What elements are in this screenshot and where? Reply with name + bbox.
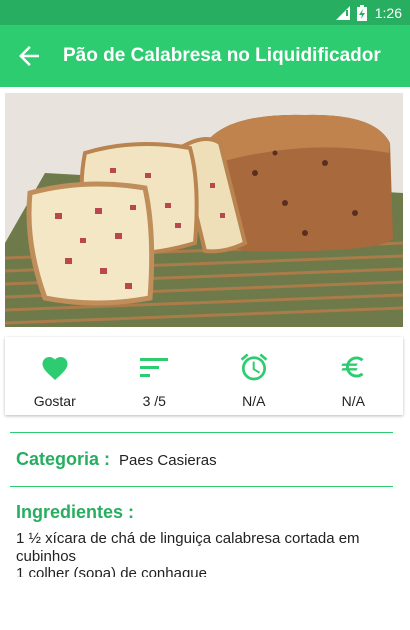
list-item: 1 ½ xícara de chá de linguiça calabresa … [16, 530, 360, 565]
status-bar: 1:26 [0, 0, 410, 25]
page-title: Pão de Calabresa no Liquidificador [63, 45, 381, 66]
difficulty-action[interactable]: 3 /5 [105, 337, 205, 415]
ingredients-list: 1 ½ xícara de chá de linguiça calabresa … [16, 530, 386, 577]
divider [10, 486, 393, 487]
euro-icon [339, 351, 367, 383]
cost-action[interactable]: N/A [304, 337, 404, 415]
time-action[interactable]: N/A [204, 337, 304, 415]
divider [10, 432, 393, 433]
category-title: Categoria : [16, 449, 111, 469]
bread-illustration [5, 93, 403, 327]
category-row: Categoria : Paes Casieras [16, 449, 217, 470]
recipe-actions: Gostar 3 /5 N/A N/A [5, 337, 403, 415]
heart-icon [40, 351, 70, 383]
recipe-image [5, 93, 403, 327]
list-item: 1 colher (sopa) de conhaque [16, 565, 207, 577]
alarm-clock-icon [238, 351, 270, 383]
app-bar: Pão de Calabresa no Liquidificador [0, 25, 410, 87]
back-button[interactable] [14, 41, 44, 71]
ingredients-title: Ingredientes : [16, 502, 135, 522]
arrow-back-icon [19, 46, 39, 66]
signal-icon [335, 5, 350, 20]
battery-charging-icon [356, 4, 367, 21]
category-value: Paes Casieras [119, 452, 217, 469]
like-label: Gostar [33, 393, 76, 409]
difficulty-label: 3 /5 [142, 393, 166, 409]
like-action[interactable]: Gostar [5, 337, 105, 415]
time-label: N/A [242, 393, 266, 409]
cost-label: N/A [341, 393, 365, 409]
sort-icon [140, 351, 169, 383]
status-icons: 1:26 [335, 0, 402, 25]
status-time: 1:26 [374, 4, 402, 21]
